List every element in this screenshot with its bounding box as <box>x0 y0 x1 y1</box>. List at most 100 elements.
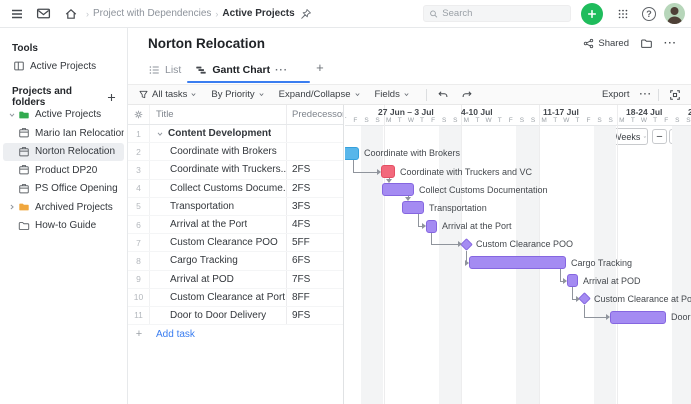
toolbar-divider <box>426 89 427 101</box>
dependency-arrow <box>465 260 469 266</box>
gantt-task-label: Collect Customs Documentation <box>419 185 548 195</box>
day-letter: S <box>529 117 537 124</box>
table-row[interactable]: 1Content Development <box>128 125 343 143</box>
gantt-bar-4[interactable] <box>382 183 414 196</box>
hamburger-menu-icon[interactable] <box>6 4 28 24</box>
breadcrumb-parent[interactable]: Project with Dependencies <box>93 8 211 19</box>
fields-dropdown[interactable]: Fields <box>375 89 410 100</box>
help-icon[interactable]: ? <box>642 7 656 21</box>
gantt-task-label: Transportation <box>429 203 487 213</box>
dependency-line <box>353 172 377 173</box>
funnel-icon <box>138 89 149 100</box>
tab-gantt-chart[interactable]: Gantt Chart ··· <box>195 58 288 82</box>
apps-grid-icon[interactable] <box>612 4 634 24</box>
table-row[interactable]: 7Custom Clearance POO5FF <box>128 234 343 252</box>
fullscreen-icon[interactable] <box>669 89 681 101</box>
inbox-mail-icon[interactable] <box>32 4 54 24</box>
gantt-bar-5[interactable] <box>402 201 424 214</box>
gantt-bar-2[interactable] <box>345 147 359 160</box>
chevron-down-icon[interactable] <box>156 130 164 138</box>
home-icon[interactable] <box>60 4 82 24</box>
add-task-row[interactable]: + Add task <box>128 325 343 343</box>
table-row[interactable]: 8Cargo Tracking6FS <box>128 252 343 270</box>
sidebar-item-mario-ian-relocation[interactable]: Mario Ian Relocation <box>3 124 124 143</box>
add-view-button[interactable]: + <box>316 60 324 75</box>
dependency-line <box>584 317 606 318</box>
gantt-bar-8[interactable] <box>469 256 566 269</box>
sidebar-item-norton-relocation[interactable]: Norton Relocation <box>3 143 124 162</box>
gantt-task-label: Arrival at POD <box>583 276 641 286</box>
table-row[interactable]: 9Arrival at POD7FS <box>128 271 343 289</box>
dependency-arrow <box>576 296 580 302</box>
task-title-cell: Custom Clearance POO <box>150 234 287 251</box>
undo-icon[interactable] <box>437 89 449 101</box>
week-label: 11-17 Jul <box>543 107 579 117</box>
dependency-line <box>431 233 432 245</box>
folder-button[interactable] <box>640 37 653 50</box>
day-letter: T <box>474 117 482 124</box>
table-row[interactable]: 5Transportation3FS <box>128 198 343 216</box>
tab-options-icon[interactable]: ··· <box>275 65 288 76</box>
sidebar-item-ps-office-opening[interactable]: PS Office Opening <box>3 180 124 199</box>
filter-all-tasks-dropdown[interactable]: All tasks <box>138 89 197 100</box>
column-header-predecessors[interactable]: Predecessors <box>287 105 343 124</box>
row-number: 6 <box>128 216 150 233</box>
user-avatar[interactable] <box>664 3 685 24</box>
row-number: 9 <box>128 271 150 288</box>
gantt-task-label: Cargo Tracking <box>571 258 632 268</box>
task-title-cell: Cargo Tracking <box>150 252 287 269</box>
column-header-title[interactable]: Title <box>150 105 287 124</box>
chevron-right-icon[interactable] <box>6 203 17 211</box>
zoom-out-button[interactable]: − <box>652 129 667 144</box>
table-settings-gear-icon[interactable] <box>128 105 150 124</box>
sidebar-item-active-projects-tool[interactable]: Active Projects <box>0 57 127 76</box>
pin-icon[interactable] <box>295 4 317 24</box>
table-row[interactable]: 6Arrival at the Port4FS <box>128 216 343 234</box>
sidebar-item-how-to-guide[interactable]: How-to Guide <box>3 217 124 236</box>
row-number: 10 <box>128 289 150 306</box>
redo-icon[interactable] <box>461 89 473 101</box>
project-icon <box>17 183 31 195</box>
chevron-down-icon[interactable] <box>6 111 17 119</box>
create-new-button[interactable] <box>581 3 603 25</box>
table-row[interactable]: 3Coordinate with Truckers...2FS <box>128 161 343 179</box>
gantt-bar-6[interactable] <box>426 220 437 233</box>
predecessors-cell: 2FS <box>287 161 343 178</box>
gantt-bar-11[interactable] <box>610 311 666 324</box>
gantt-content: Title Predecessors 1Content Development2… <box>128 105 691 404</box>
sidebar-item-product-dp20[interactable]: Product DP20 <box>3 161 124 180</box>
shared-button[interactable]: Shared <box>583 38 629 49</box>
row-number: 8 <box>128 252 150 269</box>
toolbar-more-icon[interactable]: ··· <box>640 89 653 100</box>
day-letter: T <box>651 117 659 124</box>
export-button[interactable]: Export <box>602 89 629 100</box>
search-input[interactable] <box>438 8 565 19</box>
day-letter: M <box>618 117 626 124</box>
main-panel: Norton Relocation Shared ··· List Gantt … <box>128 28 691 404</box>
task-title-cell: Content Development <box>150 125 287 142</box>
table-row[interactable]: 4Collect Customs Docume...2FS <box>128 180 343 198</box>
view-tabs: List Gantt Chart ··· + <box>128 58 691 84</box>
table-row[interactable]: 11Door to Door Delivery9FS <box>128 307 343 325</box>
day-letter: S <box>363 117 371 124</box>
chevron-down-icon <box>190 91 197 98</box>
global-search[interactable] <box>423 5 571 22</box>
sidebar-item-label: Mario Ian Relocation <box>35 128 124 139</box>
by-priority-dropdown[interactable]: By Priority <box>211 89 264 100</box>
expand-collapse-dropdown[interactable]: Expand/Collapse <box>279 89 361 100</box>
breadcrumb-separator: › <box>86 9 89 19</box>
table-row[interactable]: 2Coordinate with Brokers <box>128 143 343 161</box>
sidebar-item-archived-projects[interactable]: Archived Projects <box>3 198 124 217</box>
day-letter: T <box>396 117 404 124</box>
week-gridline <box>461 105 462 404</box>
gantt-bar-3[interactable] <box>381 165 395 178</box>
more-options-icon[interactable]: ··· <box>664 38 677 49</box>
gantt-bar-9[interactable] <box>567 274 578 287</box>
add-project-button[interactable] <box>106 92 117 103</box>
day-letter: W <box>485 117 493 124</box>
breadcrumb-current[interactable]: Active Projects <box>222 8 294 19</box>
sidebar-item-active-projects[interactable]: Active Projects <box>3 106 124 125</box>
gantt-task-label: Custom Clearance at Port <box>594 294 691 304</box>
tab-list[interactable]: List <box>148 58 181 82</box>
table-row[interactable]: 10Custom Clearance at Port8FF <box>128 289 343 307</box>
